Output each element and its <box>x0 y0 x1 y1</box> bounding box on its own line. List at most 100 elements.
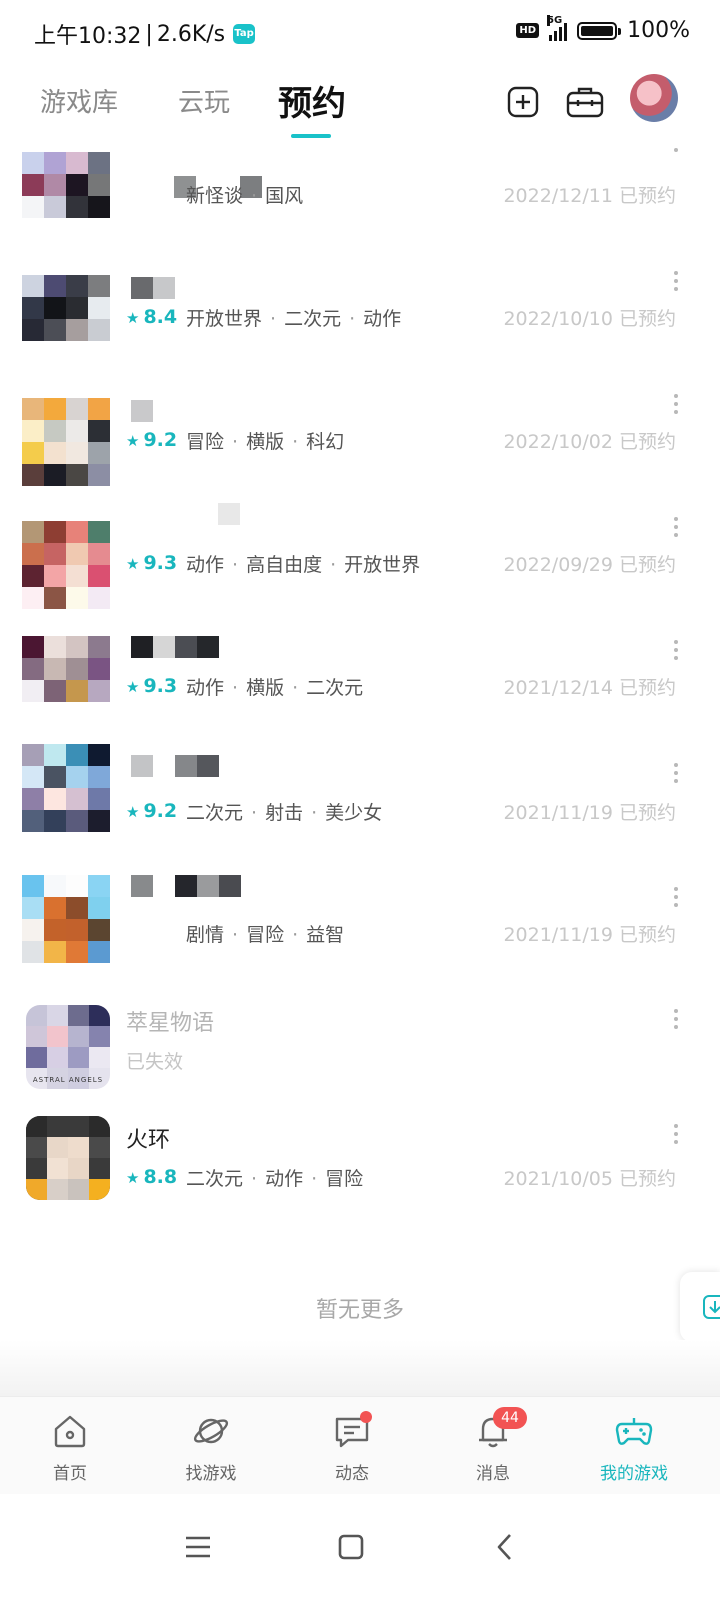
reserve-date: 2021/11/19 已预约 <box>503 802 676 824</box>
list-item[interactable]: ★ 9.3 动作 · 横版 · 二次元 2021/12/14 已预约 <box>0 636 720 759</box>
game-tags: 剧情 · 冒险 · 益智 <box>186 924 345 946</box>
more-options-icon[interactable] <box>672 1009 680 1029</box>
planet-icon <box>193 1418 229 1444</box>
game-rating: ★ 9.2 <box>126 429 178 451</box>
message-count-badge: 44 <box>493 1407 527 1429</box>
game-rating: ★ 9.2 <box>126 800 178 822</box>
name-mosaic <box>218 503 240 525</box>
toolbox-button[interactable] <box>565 82 605 122</box>
list-item[interactable]: 新怪谈 · 国风 2022/12/11 已预约 <box>0 144 720 267</box>
game-rating: ★ 8.4 <box>126 306 178 328</box>
game-rating: ★ 9.3 <box>126 552 178 574</box>
game-tags: 新怪谈 · 国风 <box>186 185 304 207</box>
reserve-date: 2022/10/10 已预约 <box>503 308 676 330</box>
status-bar: 上午10:32 | 2.6K/s Tap HD 5G 100% <box>0 0 720 64</box>
game-tags: 二次元 · 动作 · 冒险 <box>186 1168 364 1190</box>
game-rating: ★ 9.3 <box>126 675 178 697</box>
reserve-date: 2022/09/29 已预约 <box>503 554 676 576</box>
list-item[interactable]: ★ 8.4 开放世界 · 二次元 · 动作 2022/10/10 已预约 <box>0 267 720 390</box>
more-options-icon[interactable] <box>672 271 680 291</box>
game-tags: 动作 · 高自由度 · 开放世界 <box>186 554 421 576</box>
game-thumbnail <box>22 521 110 609</box>
nav-home[interactable]: 首页 <box>20 1411 120 1484</box>
game-tags: 冒险 · 横版 · 科幻 <box>186 431 345 453</box>
download-icon <box>703 1295 720 1319</box>
nav-feed[interactable]: 动态 <box>302 1411 402 1484</box>
list-item[interactable]: ★ 9.3 动作 · 高自由度 · 开放世界 2022/09/29 已预约 <box>0 503 720 636</box>
more-options-icon[interactable] <box>672 148 680 152</box>
list-item[interactable]: 火环 ★ 8.8 二次元 · 动作 · 冒险 2021/10/05 已预约 <box>0 1116 720 1251</box>
name-mosaic <box>131 636 219 658</box>
game-thumbnail <box>22 875 110 963</box>
reserve-date: 2021/12/14 已预约 <box>503 677 676 699</box>
home-icon <box>54 1415 86 1448</box>
name-mosaic <box>131 875 241 897</box>
game-thumbnail <box>22 152 110 240</box>
no-more-text: 暂无更多 <box>315 1298 404 1323</box>
top-nav: 游戏库 云玩 预约 <box>0 64 720 144</box>
add-button[interactable] <box>503 82 543 122</box>
status-left: 上午10:32 | 2.6K/s Tap <box>34 18 256 50</box>
taptap-icon: Tap <box>233 24 256 44</box>
add-icon <box>507 86 539 118</box>
more-options-icon[interactable] <box>672 1124 680 1144</box>
game-tags: 动作 · 横版 · 二次元 <box>186 677 364 699</box>
bottom-nav: 首页 找游戏 动态 44 消息 我的游戏 <box>0 1396 720 1495</box>
name-mosaic <box>131 277 175 299</box>
expired-status: 已失效 <box>126 1051 184 1073</box>
name-mosaic <box>131 400 153 422</box>
menu-button[interactable] <box>173 1522 223 1572</box>
battery-icon <box>577 21 622 40</box>
more-options-icon[interactable] <box>672 763 680 783</box>
list-bottom-fade <box>0 1340 720 1396</box>
active-tab-indicator <box>291 134 331 138</box>
more-options-icon[interactable] <box>672 887 680 907</box>
game-thumbnail <box>22 636 110 724</box>
hd-icon: HD <box>516 23 540 38</box>
list-item[interactable]: 剧情 · 冒险 · 益智 2021/11/19 已预约 <box>0 875 720 1005</box>
reserve-date: 2021/10/05 已预约 <box>503 1168 676 1190</box>
reserve-date: 2022/12/11 已预约 <box>503 185 676 207</box>
square-icon <box>338 1534 364 1560</box>
toolbox-icon <box>566 87 604 118</box>
game-rating: ★ 8.8 <box>126 1166 178 1188</box>
list-item[interactable]: ★ 9.2 二次元 · 射击 · 美少女 2021/11/19 已预约 <box>0 744 720 882</box>
thumbnail-logo-text: ASTRAL ANGELS <box>32 1076 104 1084</box>
notification-dot <box>360 1411 372 1423</box>
game-tags: 开放世界 · 二次元 · 动作 <box>186 308 402 330</box>
floating-download-button[interactable] <box>680 1272 720 1342</box>
reserve-date: 2022/10/02 已预约 <box>503 431 676 453</box>
battery-level: 100% <box>627 18 690 43</box>
back-button[interactable] <box>480 1522 530 1572</box>
tab-game-library[interactable]: 游戏库 <box>40 82 118 119</box>
nav-find-games[interactable]: 找游戏 <box>161 1411 261 1484</box>
signal-icon: 5G <box>547 14 568 41</box>
nav-messages[interactable]: 44 消息 <box>443 1407 543 1484</box>
reserve-date: 2021/11/19 已预约 <box>503 924 676 946</box>
gamepad-icon <box>615 1418 653 1445</box>
status-right: HD 5G 100% <box>516 14 690 43</box>
back-icon <box>497 1534 511 1560</box>
game-tags: 二次元 · 射击 · 美少女 <box>186 802 383 824</box>
more-options-icon[interactable] <box>672 394 680 414</box>
game-thumbnail <box>26 1116 110 1200</box>
list-item[interactable]: ★ 9.2 冒险 · 横版 · 科幻 2022/10/02 已预约 <box>0 390 720 513</box>
game-thumbnail <box>22 398 110 486</box>
game-name: 萃星物语 <box>126 1011 215 1036</box>
status-speed: 2.6K/s <box>156 21 226 47</box>
tab-cloud-play[interactable]: 云玩 <box>178 82 230 119</box>
nav-my-games[interactable]: 我的游戏 <box>584 1411 684 1484</box>
tab-reservations[interactable]: 预约 <box>278 76 346 125</box>
status-time: 上午10:32 <box>34 24 142 49</box>
game-name: 火环 <box>126 1128 171 1153</box>
user-avatar[interactable] <box>630 74 678 122</box>
name-mosaic <box>131 755 219 777</box>
more-options-icon[interactable] <box>672 640 680 660</box>
menu-icon <box>186 1536 210 1558</box>
list-item-expired[interactable]: ASTRAL ANGELS 萃星物语 已失效 <box>0 1005 720 1128</box>
game-thumbnail <box>22 275 110 363</box>
home-button[interactable] <box>326 1522 376 1572</box>
system-nav-bar <box>0 1494 720 1600</box>
more-options-icon[interactable] <box>672 517 680 537</box>
game-thumbnail <box>22 744 110 832</box>
